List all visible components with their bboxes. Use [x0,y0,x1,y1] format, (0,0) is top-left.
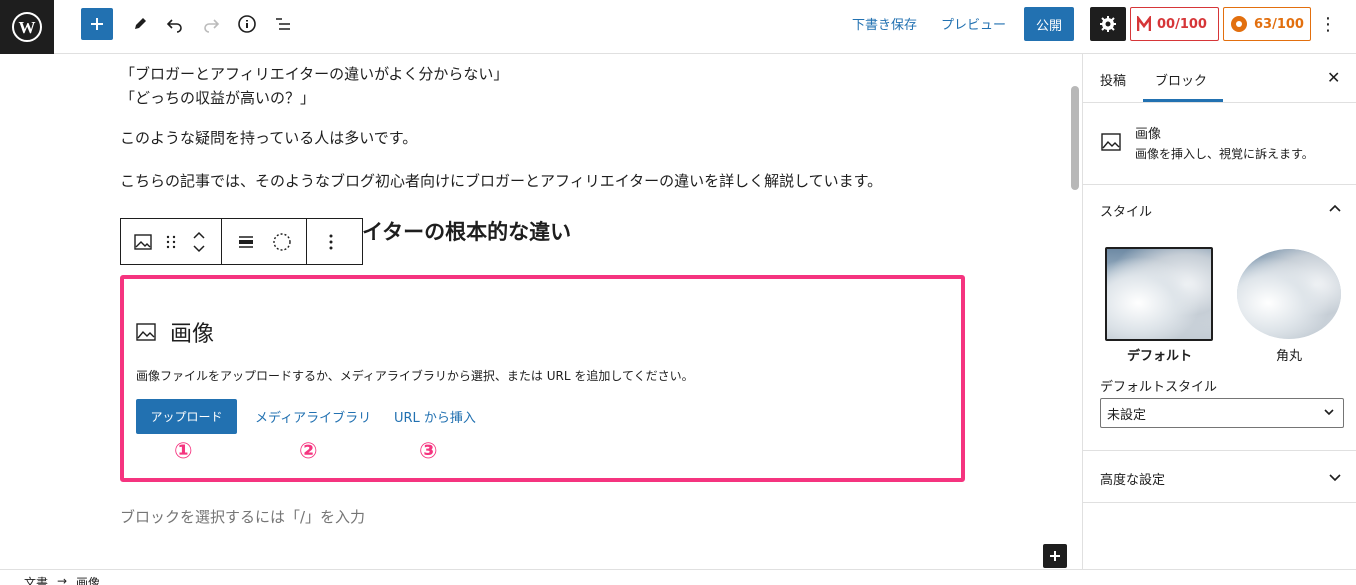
block-toolbar-group [307,219,355,264]
edit-tool-icon[interactable] [122,8,158,40]
insert-from-url-button[interactable]: URL から挿入 [394,407,476,426]
block-toolbar-group [222,219,307,264]
seo-score-value: 00/100 [1157,16,1207,32]
readability-score-button[interactable]: 63/100 [1223,7,1311,41]
readability-score-value: 63/100 [1254,16,1304,32]
image-placeholder: 画像 画像ファイルをアップロードするか、メディアライブラリから選択、または UR… [120,275,965,482]
placeholder-title: 画像 [170,322,215,347]
placeholder-description: 画像ファイルをアップロードするか、メディアライブラリから選択、または URL を… [136,369,694,383]
annotation-marker: ① [174,439,193,464]
chevron-down-icon[interactable] [1329,471,1341,483]
block-options-icon[interactable] [317,219,345,264]
paragraph-line[interactable]: 「ブロガーとアフィリエイターの違いがよく分からない」 [120,62,508,86]
breadcrumb: 文書 → 画像 [0,569,1356,585]
style-label-rounded: 角丸 [1276,349,1303,364]
scrollbar[interactable] [1071,86,1079,190]
default-block-appender[interactable]: ブロックを選択するには「/」を入力 [120,506,365,527]
default-style-label: デフォルトスタイル [1100,380,1218,395]
plus-icon [1050,551,1060,561]
publish-button[interactable]: 公開 [1024,7,1074,41]
block-card-title: 画像 [1135,127,1162,142]
style-option-rounded[interactable] [1237,249,1341,339]
redo-icon[interactable] [193,8,229,40]
block-card: 画像 画像を挿入し、視覚に訴えます。 [1083,103,1356,185]
paragraph-line[interactable]: 「どっちの収益が高いの？」 [120,86,315,110]
svg-text:W: W [19,18,36,37]
paragraph-line[interactable]: こちらの記事では、そのようなブログ初心者向けにブロガーとアフィリエイターの違いを… [120,169,882,193]
align-icon[interactable] [232,219,260,264]
block-inserter-button[interactable] [1043,544,1067,568]
style-label-default: デフォルト [1127,349,1193,364]
editor-canvas: 「ブロガーとアフィリエイターの違いがよく分からない」 「どっちの収益が高いの？」… [0,54,1082,569]
style-preview-image [1107,249,1211,339]
undo-icon[interactable] [157,8,193,40]
styles-panel-title[interactable]: スタイル [1100,201,1152,220]
media-library-button[interactable]: メディアライブラリ [255,407,371,426]
chevron-down-icon [1324,409,1334,416]
style-preview-image [1237,249,1341,339]
breadcrumb-item-image[interactable]: 画像 [76,574,100,585]
seo-score-button[interactable]: 00/100 [1130,7,1219,41]
upload-button[interactable]: アップロード [136,399,237,434]
list-view-icon[interactable] [265,8,301,40]
tab-post[interactable]: 投稿 [1100,70,1126,89]
close-icon[interactable]: ✕ [1327,68,1340,87]
add-block-button[interactable] [81,8,113,40]
active-tab-indicator [1143,99,1223,102]
editor-root: W 下書き保存 プレビュー 公開 00/100 63/100 ⋮ 「ブロガーとア… [0,0,1356,585]
move-up-down-icon[interactable] [185,219,213,264]
tab-block[interactable]: ブロック [1155,70,1207,89]
annotation-marker: ③ [419,439,438,464]
gear-icon [1100,16,1116,32]
block-toolbar [120,218,363,265]
breadcrumb-item-document[interactable]: 文書 [24,574,48,585]
default-style-select[interactable]: 未設定 [1100,398,1344,428]
preview-button[interactable]: プレビュー [941,14,1006,33]
paragraph-line[interactable]: このような疑問を持っている人は多いです。 [120,126,417,150]
advanced-panel-title[interactable]: 高度な設定 [1100,469,1165,488]
block-card-description: 画像を挿入し、視覚に訴えます。 [1135,147,1314,161]
image-icon [1101,133,1121,151]
styles-panel: スタイル デフォルト 角丸 デフォルトスタイル 未設定 [1083,185,1356,451]
style-option-default[interactable] [1105,247,1213,341]
default-style-value: 未設定 [1107,407,1147,423]
sidebar-tabs: 投稿 ブロック ✕ [1083,54,1356,103]
info-icon[interactable] [229,8,265,40]
breadcrumb-separator: → [57,574,68,585]
wordpress-logo-icon[interactable]: W [0,0,54,54]
save-draft-button[interactable]: 下書き保存 [852,14,917,33]
m-logo-icon [1137,16,1151,31]
chevron-up-icon[interactable] [1329,203,1341,215]
drag-handle-icon[interactable] [157,219,185,264]
readability-icon [1231,16,1247,32]
placeholder-header: 画像 [136,316,214,348]
heading-block[interactable]: イターの根本的な違い [362,216,571,246]
duotone-icon[interactable] [268,219,296,264]
settings-gear-button[interactable] [1090,7,1126,41]
annotation-marker: ② [299,439,318,464]
more-options-icon[interactable]: ⋮ [1318,10,1338,38]
advanced-panel[interactable]: 高度な設定 [1083,451,1356,503]
settings-sidebar: 投稿 ブロック ✕ 画像 画像を挿入し、視覚に訴えます。 スタイル デフォルト [1082,54,1356,569]
image-block-icon[interactable] [129,219,157,264]
image-icon [136,323,156,341]
block-toolbar-group [121,219,222,264]
top-toolbar: W 下書き保存 プレビュー 公開 00/100 63/100 ⋮ [0,0,1356,54]
